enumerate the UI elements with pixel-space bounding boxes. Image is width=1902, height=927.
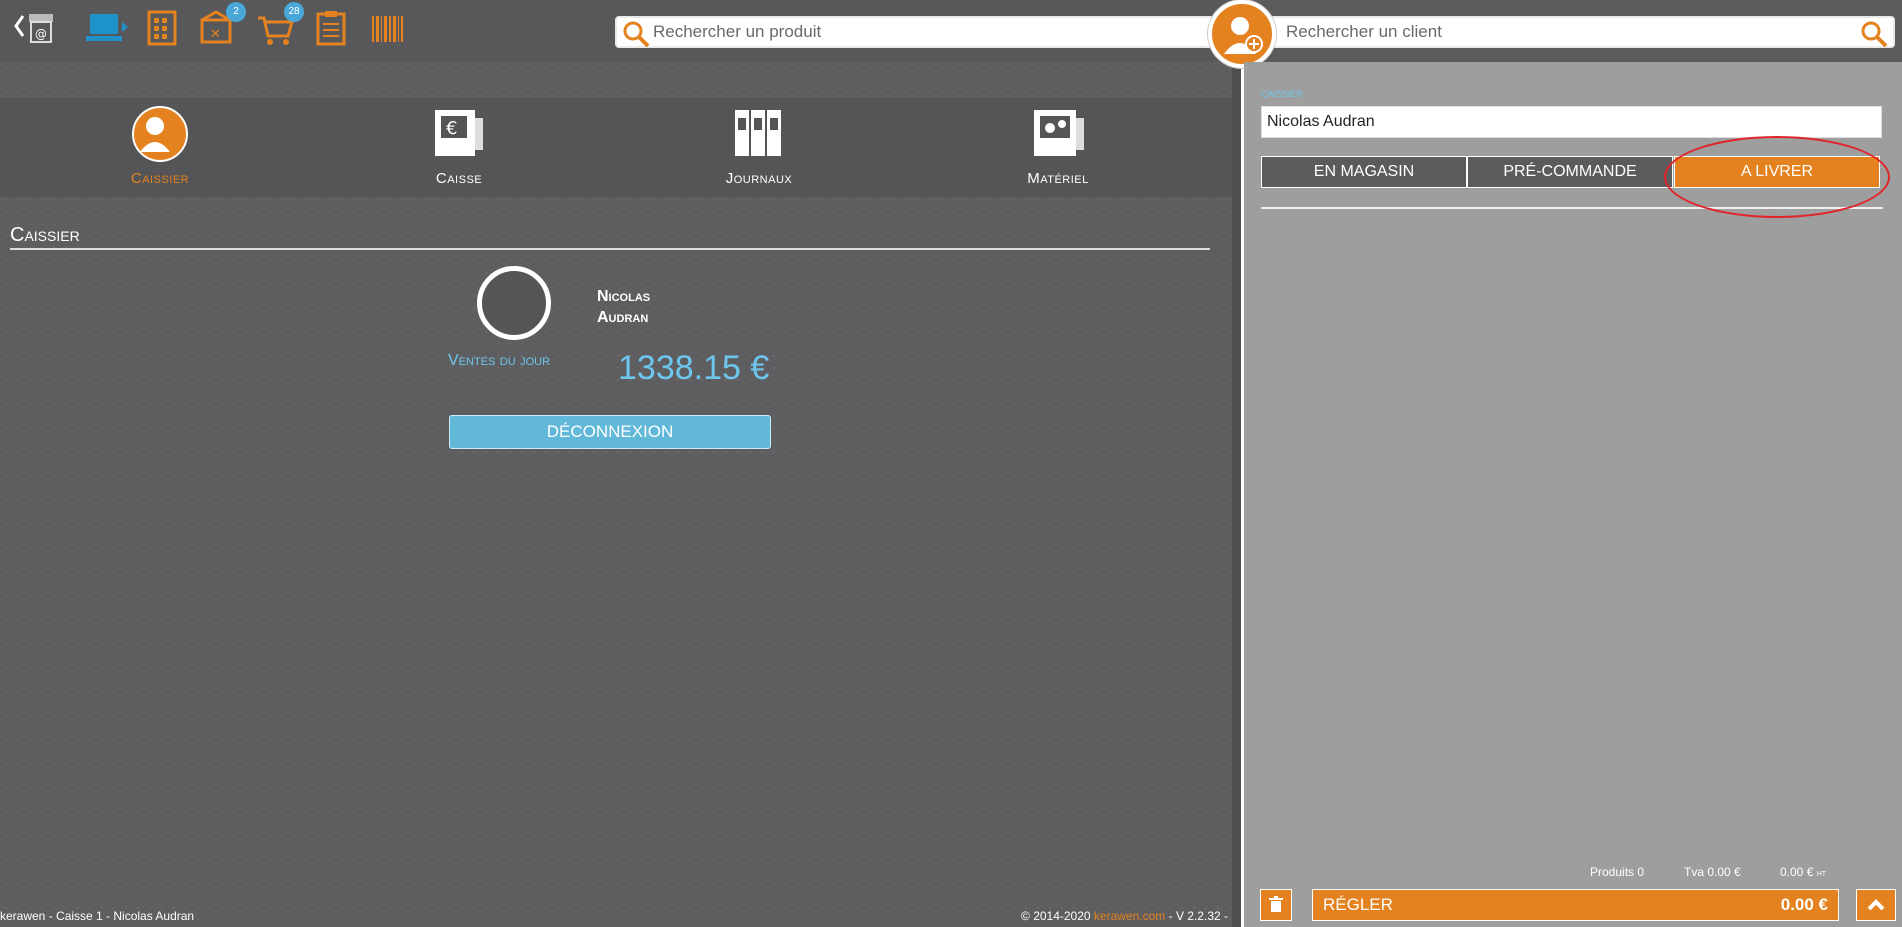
- carts-button[interactable]: 28: [256, 2, 304, 52]
- calculator-button[interactable]: [143, 8, 187, 52]
- panel-divider: [1232, 0, 1241, 927]
- cart-cashier-label: CAISSIER: [1261, 89, 1304, 99]
- cart-cashier-select[interactable]: Nicolas Audran: [1261, 106, 1882, 138]
- nav-item-materiel[interactable]: Matériel: [958, 104, 1158, 194]
- mode-a-livrer[interactable]: A LIVRER: [1674, 156, 1880, 188]
- clipboard-button[interactable]: [312, 8, 356, 52]
- search-icon[interactable]: [1859, 20, 1889, 48]
- client-search: [1252, 16, 1895, 48]
- nav-item-journaux[interactable]: Journaux: [659, 104, 859, 194]
- pay-label: RÉGLER: [1323, 895, 1393, 914]
- mode-en-magasin[interactable]: EN MAGASIN: [1261, 156, 1467, 188]
- kerawen-link[interactable]: kerawen.com: [1094, 909, 1165, 923]
- trash-icon: [1269, 896, 1283, 912]
- laptop-icon: [86, 14, 128, 41]
- laptop-button[interactable]: [86, 8, 130, 52]
- version-text: - V 2.2.32 -: [1165, 909, 1228, 923]
- svg-text:€: €: [446, 118, 457, 139]
- main-panel: € Caissier € Caisse Journaux Matériel Ca…: [0, 62, 1232, 927]
- footer-session: kerawen - Caisse 1 - Nicolas Audran: [0, 909, 195, 923]
- cashier-icon: €: [132, 106, 188, 162]
- tva-total: Tva 0.00 €: [1684, 865, 1741, 879]
- clipboard-icon: [316, 11, 346, 46]
- calculator-icon: [147, 10, 177, 46]
- mode-pre-commande[interactable]: PRÉ-COMMANDE: [1467, 156, 1673, 188]
- avatar: [477, 266, 551, 340]
- cashier-first-name: Nicolas: [597, 288, 651, 305]
- binders-icon: [735, 110, 781, 156]
- nav-item-caissier[interactable]: € Caissier: [60, 104, 260, 194]
- nav-label: Journaux: [725, 170, 793, 187]
- barcode-icon: [372, 16, 403, 42]
- logout-button[interactable]: DÉCONNEXION: [449, 415, 771, 449]
- ht-total: 0.00 € HT: [1780, 865, 1826, 879]
- pay-button[interactable]: RÉGLER 0.00 €: [1312, 889, 1839, 921]
- shop-icon: @: [14, 14, 53, 43]
- copyright-text: © 2014-2020: [1021, 909, 1094, 923]
- orders-badge: 2: [226, 2, 246, 22]
- nav-item-caisse[interactable]: € Caisse: [359, 104, 559, 194]
- products-count: Produits 0: [1590, 865, 1645, 879]
- back-shop-button[interactable]: @: [12, 8, 56, 52]
- barcode-button[interactable]: [368, 8, 412, 52]
- add-user-icon: [1224, 17, 1263, 54]
- cart-panel: CAISSIER Nicolas Audran EN MAGASIN PRÉ-C…: [1244, 62, 1902, 927]
- cart-divider: [1261, 207, 1883, 209]
- cash-register-icon: €: [435, 110, 483, 156]
- cashier-last-name: Audran: [597, 309, 649, 326]
- hardware-gears-icon: [1034, 110, 1084, 156]
- nav-label: Caissier: [130, 170, 190, 187]
- orders-button[interactable]: ✕ 2: [198, 2, 246, 52]
- ht-suffix: HT: [1816, 871, 1827, 878]
- search-icon: [623, 21, 650, 48]
- product-search: [615, 16, 1215, 48]
- top-toolbar: @ ✕ 2 28: [0, 0, 1895, 62]
- svg-text:@: @: [35, 27, 47, 41]
- ht-total-value: 0.00 €: [1780, 865, 1814, 879]
- svg-text:✕: ✕: [210, 27, 221, 42]
- chevron-up-icon: [1867, 899, 1885, 911]
- client-search-input[interactable]: [1286, 18, 1861, 46]
- clear-cart-button[interactable]: [1260, 889, 1292, 921]
- cashier-name: Nicolas Audran: [597, 286, 717, 328]
- nav-label: Caisse: [435, 170, 483, 187]
- nav-label: Matériel: [1027, 170, 1089, 187]
- pay-amount: 0.00 €: [1780, 895, 1828, 914]
- config-nav: € Caissier € Caisse Journaux Matériel: [0, 98, 1232, 197]
- product-search-input[interactable]: [653, 18, 1181, 46]
- daily-sales-value: 1338.15 €: [618, 349, 770, 387]
- daily-sales-label: Ventes du jour: [448, 352, 551, 369]
- add-client-button[interactable]: [1208, 0, 1276, 68]
- carts-badge: 28: [284, 2, 304, 22]
- expand-cart-button[interactable]: [1856, 889, 1896, 921]
- svg-text:€: €: [164, 125, 173, 141]
- section-title: Caissier: [10, 224, 1210, 250]
- footer-copyright: © 2014-2020 kerawen.com - V 2.2.32 -: [1021, 909, 1228, 923]
